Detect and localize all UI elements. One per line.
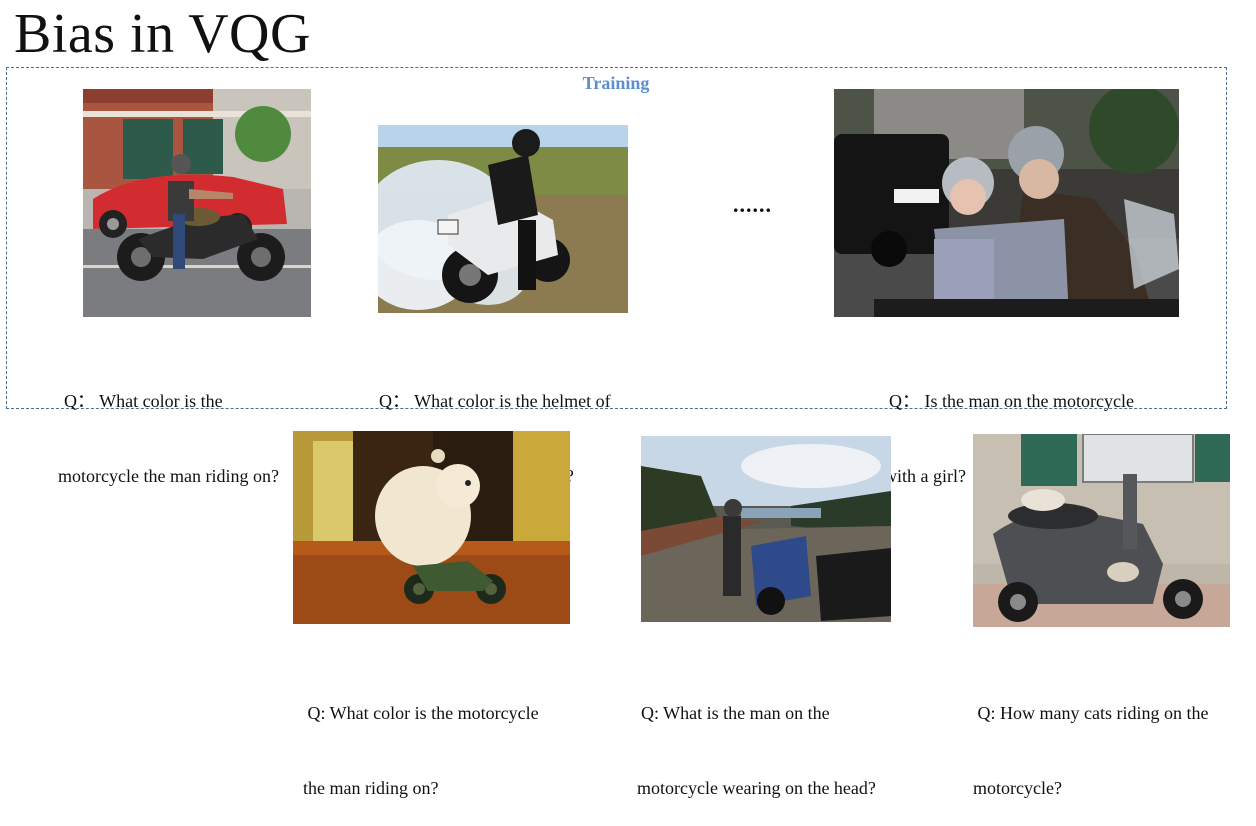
question-line: Q： What color is the helmet of [379,391,611,411]
question-line: motorcycle the man riding on? [58,466,279,486]
question-line: Q: What is the man on the [641,703,830,723]
test-question-1: Q: What color is the motorcycle the man … [303,651,539,826]
test-question-2: Q: What is the man on the motorcycle wea… [637,651,876,826]
question-line: the man riding on? [303,778,439,798]
photo-racer-burnout [378,125,628,313]
question-line: motorcycle wearing on the head? [637,778,876,798]
training-question-1: Q： What color is the motorcycle the man … [58,339,279,514]
photo-woman-on-motorcycle [83,89,311,317]
question-line: motorcycle? [973,778,1062,798]
photo-scooter-with-cats [973,434,1230,627]
page-title: Bias in VQG [14,3,311,65]
test-question-3: Q: How many cats riding on the motorcycl… [973,651,1208,826]
question-line: Q: How many cats riding on the [973,703,1209,723]
ellipsis: ...... [733,192,772,217]
question-line: Q: What color is the motorcycle [303,703,539,723]
photo-toy-bear-on-motorcycle [293,431,570,624]
photo-man-and-girl-on-motorcycle [834,89,1179,317]
photo-man-beside-motorcycle [641,436,891,622]
question-line: Q： What color is the [64,391,223,411]
question-line: Q： Is the man on the motorcycle [889,391,1134,411]
